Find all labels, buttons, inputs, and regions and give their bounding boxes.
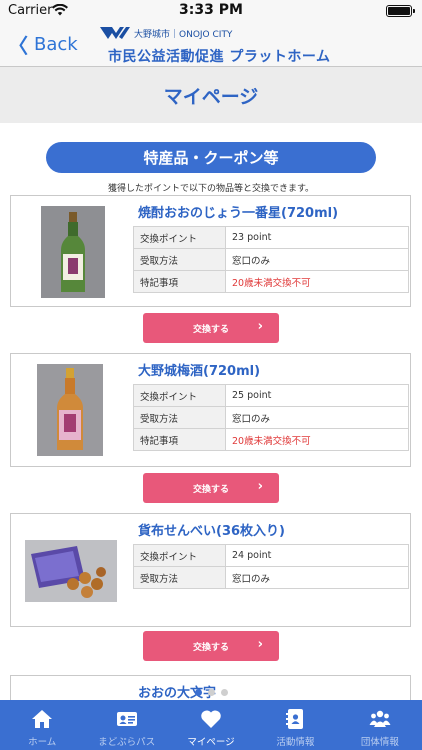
spec-value-warning: 20歳未満交換不可 [225, 270, 409, 293]
page-title-band: マイページ [0, 67, 422, 123]
chevron-right-icon: › [257, 319, 263, 334]
tab-label: まどぷらパス [98, 737, 156, 748]
product-card: 大野城梅酒(720ml) 交換ポイント 25 point 受取方法 窓口のみ 特… [10, 353, 411, 467]
spec-table: 交換ポイント 24 point 受取方法 窓口のみ [133, 544, 409, 589]
spec-value: 窓口のみ [225, 566, 409, 589]
exchange-button-label: 交換する [192, 484, 229, 495]
spec-value: 窓口のみ [225, 406, 409, 429]
page-indicator[interactable] [0, 689, 422, 697]
page-title: マイページ [163, 85, 259, 108]
spec-value: 窓口のみ [225, 248, 409, 271]
heart-icon [201, 710, 221, 728]
spec-value: 24 point [225, 544, 409, 567]
exchange-button-label: 交換する [192, 324, 229, 335]
section-note: 獲得したポイントで以下の物品等と交換できます。 [107, 184, 315, 194]
tab-bar: ホーム まどぷらパス マイページ 活動情報 団体情報 [0, 700, 422, 750]
spec-key: 受取方法 [133, 566, 226, 589]
page-dot[interactable] [220, 689, 228, 696]
spec-row: 受取方法 窓口のみ [133, 248, 409, 271]
spec-key: 受取方法 [133, 248, 226, 271]
spec-row: 受取方法 窓口のみ [133, 566, 409, 589]
spec-row: 特記事項 20歳未満交換不可 [133, 428, 409, 451]
status-bar: Carrier 3:33 PM [0, 0, 422, 22]
spec-key: 交換ポイント [133, 384, 226, 407]
status-time: 3:33 PM [179, 2, 243, 18]
spec-row: 交換ポイント 25 point [133, 384, 409, 407]
spec-row: 特記事項 20歳未満交換不可 [133, 270, 409, 293]
back-button[interactable]: 〈 Back [8, 30, 78, 59]
contacts-book-icon [286, 709, 304, 729]
spec-table: 交換ポイント 25 point 受取方法 窓口のみ 特記事項 20歳未満交換不可 [133, 384, 409, 451]
battery-icon [386, 5, 415, 17]
tab-label: 活動情報 [276, 737, 315, 748]
tab-label: 団体情報 [360, 737, 399, 748]
city-logo-icon [100, 27, 130, 39]
exchange-button-label: 交換する [192, 642, 229, 653]
tab-label: マイページ [187, 737, 235, 748]
green-bottle-image [41, 206, 105, 298]
page-dot[interactable] [207, 689, 215, 696]
tab-group-info[interactable]: 団体情報 [338, 700, 422, 750]
nav-header: 〈 Back 大野城市｜ONOJO CITY 市民公益活動促進 プラットホーム [0, 22, 422, 66]
chevron-left-icon: 〈 [8, 34, 28, 58]
product-name: 貨布せんべい(36枚入り) [138, 524, 285, 539]
city-name: 大野城市｜ONOJO CITY [134, 29, 233, 40]
product-list[interactable]: 特産品・クーポン等 獲得したポイントで以下の物品等と交換できます。 焼酎おおのじ… [0, 123, 422, 700]
spec-value: 23 point [225, 226, 409, 249]
spec-key: 受取方法 [133, 406, 226, 429]
chevron-right-icon: › [257, 479, 263, 494]
page-dot[interactable] [194, 689, 202, 696]
spec-table: 交換ポイント 23 point 受取方法 窓口のみ 特記事項 20歳未満交換不可 [133, 226, 409, 293]
spec-key: 特記事項 [133, 270, 226, 293]
product-name: 大野城梅酒(720ml) [138, 364, 261, 379]
tab-activity-info[interactable]: 活動情報 [253, 700, 337, 750]
product-name: 焼酎おおのじょう一番星(720ml) [138, 206, 339, 221]
tab-home[interactable]: ホーム [0, 700, 84, 750]
group-icon [369, 710, 391, 727]
product-card: 貨布せんべい(36枚入り) 交換ポイント 24 point 受取方法 窓口のみ [10, 513, 411, 627]
back-label: Back [34, 34, 78, 55]
product-card: 焼酎おおのじょう一番星(720ml) 交換ポイント 23 point 受取方法 … [10, 195, 411, 307]
city-branding: 大野城市｜ONOJO CITY [100, 26, 232, 40]
spec-row: 受取方法 窓口のみ [133, 406, 409, 429]
spec-value: 25 point [225, 384, 409, 407]
id-card-icon [116, 712, 137, 726]
tab-mypage[interactable]: マイページ [169, 700, 253, 750]
chevron-right-icon: › [257, 637, 263, 652]
spec-row: 交換ポイント 23 point [133, 226, 409, 249]
exchange-button[interactable]: 交換する › [143, 313, 279, 343]
exchange-button[interactable]: 交換する › [143, 473, 279, 503]
home-icon [32, 710, 53, 728]
tab-madopura-pass[interactable]: まどぷらパス [84, 700, 168, 750]
section-title: 特産品・クーポン等 [46, 142, 376, 173]
spec-key: 交換ポイント [133, 544, 226, 567]
umeshu-bottle-image [37, 364, 103, 456]
exchange-button[interactable]: 交換する › [143, 631, 279, 661]
spec-value-warning: 20歳未満交換不可 [225, 428, 409, 451]
tab-label: ホーム [28, 737, 57, 748]
senbei-box-image [25, 540, 117, 602]
spec-key: 特記事項 [133, 428, 226, 451]
spec-key: 交換ポイント [133, 226, 226, 249]
platform-title: 市民公益活動促進 プラットホーム [108, 49, 331, 65]
spec-row: 交換ポイント 24 point [133, 544, 409, 567]
